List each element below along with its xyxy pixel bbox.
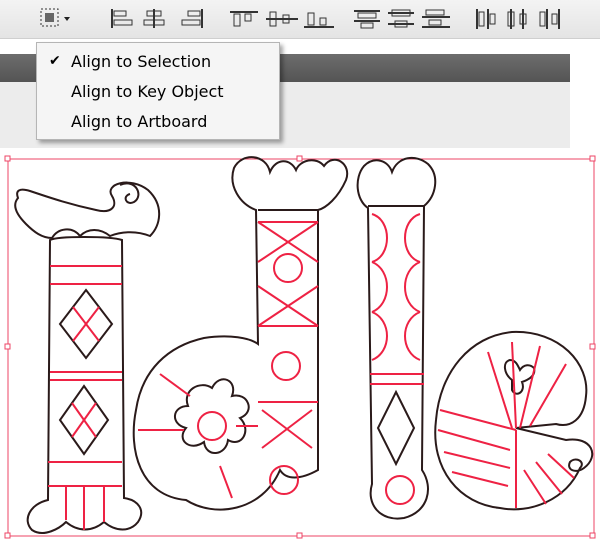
menu-item-label: Align to Key Object [71,82,224,101]
letter-e-artwork [434,330,594,511]
menu-item-label: Align to Artboard [71,112,208,131]
horizontal-distribute-left-icon[interactable] [476,9,496,29]
artboard-canvas[interactable] [0,150,600,544]
vertical-align-center-icon[interactable] [266,11,298,27]
vertical-distribute-group [350,6,454,32]
checkmark-icon: ✔ [49,53,61,69]
vertical-align-bottom-icon[interactable] [304,12,334,28]
vertical-distribute-center-icon[interactable] [388,9,414,28]
horizontal-align-right-icon[interactable] [181,9,203,28]
horizontal-distribute-center-icon[interactable] [507,9,527,29]
letter-d-artwork [132,156,349,511]
align-to-dropdown-icon [40,8,70,27]
align-to-dropdown-button[interactable] [36,6,84,32]
vertical-distribute-bottom-icon[interactable] [422,9,450,28]
menu-item-label: Align to Selection [71,52,212,71]
menu-item-align-to-artboard[interactable]: Align to Artboard [37,109,279,135]
selected-artwork[interactable] [0,150,600,544]
vertical-align-group [228,6,336,32]
horizontal-align-left-icon[interactable] [111,9,133,28]
vertical-align-top-icon[interactable] [230,11,258,27]
horizontal-distribute-right-icon[interactable] [539,9,560,29]
menu-item-align-to-key-object[interactable]: Align to Key Object [37,79,279,105]
horizontal-distribute-group [472,6,572,32]
horizontal-align-center-icon[interactable] [143,9,165,28]
vertical-distribute-top-icon[interactable] [354,10,380,29]
menu-item-align-to-selection[interactable]: ✔ Align to Selection [37,49,279,75]
horizontal-align-group [106,6,210,32]
letter-i-artwork [14,181,161,534]
letter-l-artwork [356,156,437,520]
align-toolbar [0,0,600,39]
align-to-menu: ✔ Align to Selection Align to Key Object… [36,42,280,140]
